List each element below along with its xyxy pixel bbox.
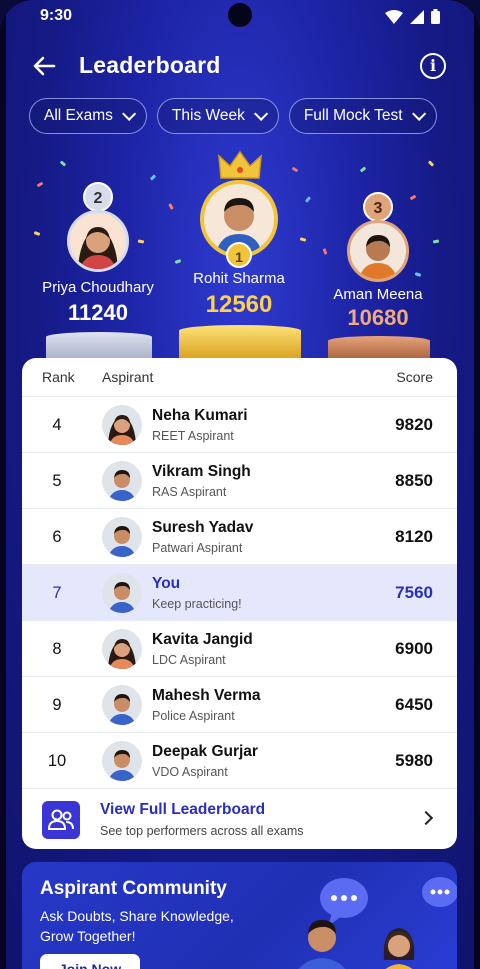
front-camera (228, 3, 252, 27)
view-full-leaderboard-button[interactable]: View Full Leaderboard See top performers… (22, 788, 457, 849)
row-exam: REET Aspirant (152, 429, 234, 443)
avatar (102, 629, 142, 669)
row-rank: 5 (52, 472, 62, 490)
row-name: Neha Kumari (152, 407, 248, 424)
avatar (102, 461, 142, 501)
battery-icon (431, 9, 440, 24)
top-app-bar: Leaderboard i (0, 48, 480, 84)
column-header-score: Score (396, 369, 433, 385)
row-score: 9820 (395, 415, 433, 434)
view-full-subtitle: See top performers across all exams (100, 824, 304, 838)
status-icons (385, 9, 440, 24)
row-rank: 6 (52, 528, 62, 546)
community-banner[interactable]: Aspirant Community Ask Doubts, Share Kno… (22, 862, 457, 969)
filter-period-dropdown[interactable]: This Week (156, 98, 279, 134)
row-rank: 8 (52, 640, 62, 658)
avatar (102, 741, 142, 781)
row-name: Mahesh Verma (152, 687, 261, 704)
table-row[interactable]: 4 Neha Kumari REET Aspirant 9820 (22, 396, 457, 452)
community-illustration (298, 877, 457, 969)
row-score: 6450 (395, 695, 433, 714)
avatar (102, 573, 142, 613)
chevron-down-icon (121, 106, 137, 121)
row-rank: 4 (52, 416, 62, 434)
row-score: 8850 (395, 471, 433, 490)
back-arrow-icon[interactable] (30, 52, 58, 80)
row-rank: 10 (47, 752, 67, 770)
row-exam: LDC Aspirant (152, 653, 226, 667)
status-time: 9:30 (40, 7, 73, 24)
podium-third-name: Aman Meena (333, 286, 423, 303)
device-frame-left (0, 0, 6, 969)
wifi-icon (385, 9, 403, 24)
row-name: Vikram Singh (152, 463, 251, 480)
chevron-down-icon (411, 106, 426, 121)
table-row-current-user[interactable]: 7 You Keep practicing! 7560 (22, 564, 457, 620)
signal-icon (410, 9, 424, 24)
table-row[interactable]: 10 Deepak Gurjar VDO Aspirant 5980 (22, 732, 457, 788)
row-name: Suresh Yadav (152, 519, 254, 536)
row-name: You (152, 575, 181, 592)
row-score: 8120 (395, 527, 433, 546)
table-row[interactable]: 9 Mahesh Verma Police Aspirant 6450 (22, 676, 457, 732)
row-exam: Police Aspirant (152, 709, 235, 723)
row-exam: RAS Aspirant (152, 485, 227, 499)
table-row[interactable]: 6 Suresh Yadav Patwari Aspirant 8120 (22, 508, 457, 564)
community-subtitle: Ask Doubts, Share Knowledge, Grow Togeth… (40, 908, 234, 944)
filter-exam-dropdown[interactable]: All Exams (29, 98, 147, 134)
filter-bar: All Exams This Week Full Mock Test (29, 98, 437, 134)
chevron-down-icon (253, 106, 269, 121)
leaderboard-card: Rank Aspirant Score 4 Neha Kumari REET Asp… (22, 358, 457, 849)
avatar (102, 685, 142, 725)
avatar (67, 210, 129, 272)
users-icon (42, 801, 80, 839)
page-title: Leaderboard (79, 52, 221, 78)
info-icon[interactable]: i (420, 53, 446, 79)
row-score: 7560 (395, 583, 433, 602)
avatar (102, 517, 142, 557)
community-title: Aspirant Community (40, 878, 227, 899)
crown-icon (218, 150, 262, 179)
filter-test-type-dropdown[interactable]: Full Mock Test (288, 98, 437, 134)
row-score: 5980 (395, 751, 433, 770)
row-name: Deepak Gurjar (152, 743, 258, 760)
row-exam: VDO Aspirant (152, 765, 228, 779)
filter-test-type-label: Full Mock Test (303, 107, 403, 124)
row-score: 6900 (395, 639, 433, 658)
join-now-button[interactable]: Join Now (40, 954, 140, 969)
table-row[interactable]: 5 Vikram Singh RAS Aspirant 8850 (22, 452, 457, 508)
filter-exam-label: All Exams (44, 107, 113, 124)
rank-badge-silver: 2 (83, 182, 113, 212)
podium-plinth-bronze (328, 336, 430, 360)
column-header-rank: Rank (42, 369, 75, 385)
filter-period-label: This Week (171, 107, 245, 124)
podium-plinth-silver (46, 332, 152, 360)
table-header: Rank Aspirant Score (22, 358, 457, 396)
row-exam: Keep practicing! (152, 597, 242, 611)
avatar (347, 220, 409, 282)
table-row[interactable]: 8 Kavita Jangid LDC Aspirant 6900 (22, 620, 457, 676)
rank-badge-bronze: 3 (363, 192, 393, 222)
avatar (102, 405, 142, 445)
row-rank: 9 (52, 696, 62, 714)
view-full-title: View Full Leaderboard (100, 801, 266, 818)
podium-third-score: 10680 (347, 305, 409, 330)
column-header-aspirant: Aspirant (102, 369, 154, 385)
row-rank: 7 (52, 584, 62, 602)
status-bar: 9:30 (0, 0, 480, 34)
row-name: Kavita Jangid (152, 631, 253, 648)
podium-plinth-gold (179, 325, 301, 360)
rank-badge-gold: 1 (226, 242, 252, 268)
app-screen: 9:30 Leaderboard i All Exams This Week F… (0, 0, 480, 969)
chevron-right-icon (418, 810, 434, 826)
row-exam: Patwari Aspirant (152, 541, 243, 555)
device-frame-right (474, 0, 480, 969)
podium-first-name: Rohit Sharma (193, 270, 285, 287)
